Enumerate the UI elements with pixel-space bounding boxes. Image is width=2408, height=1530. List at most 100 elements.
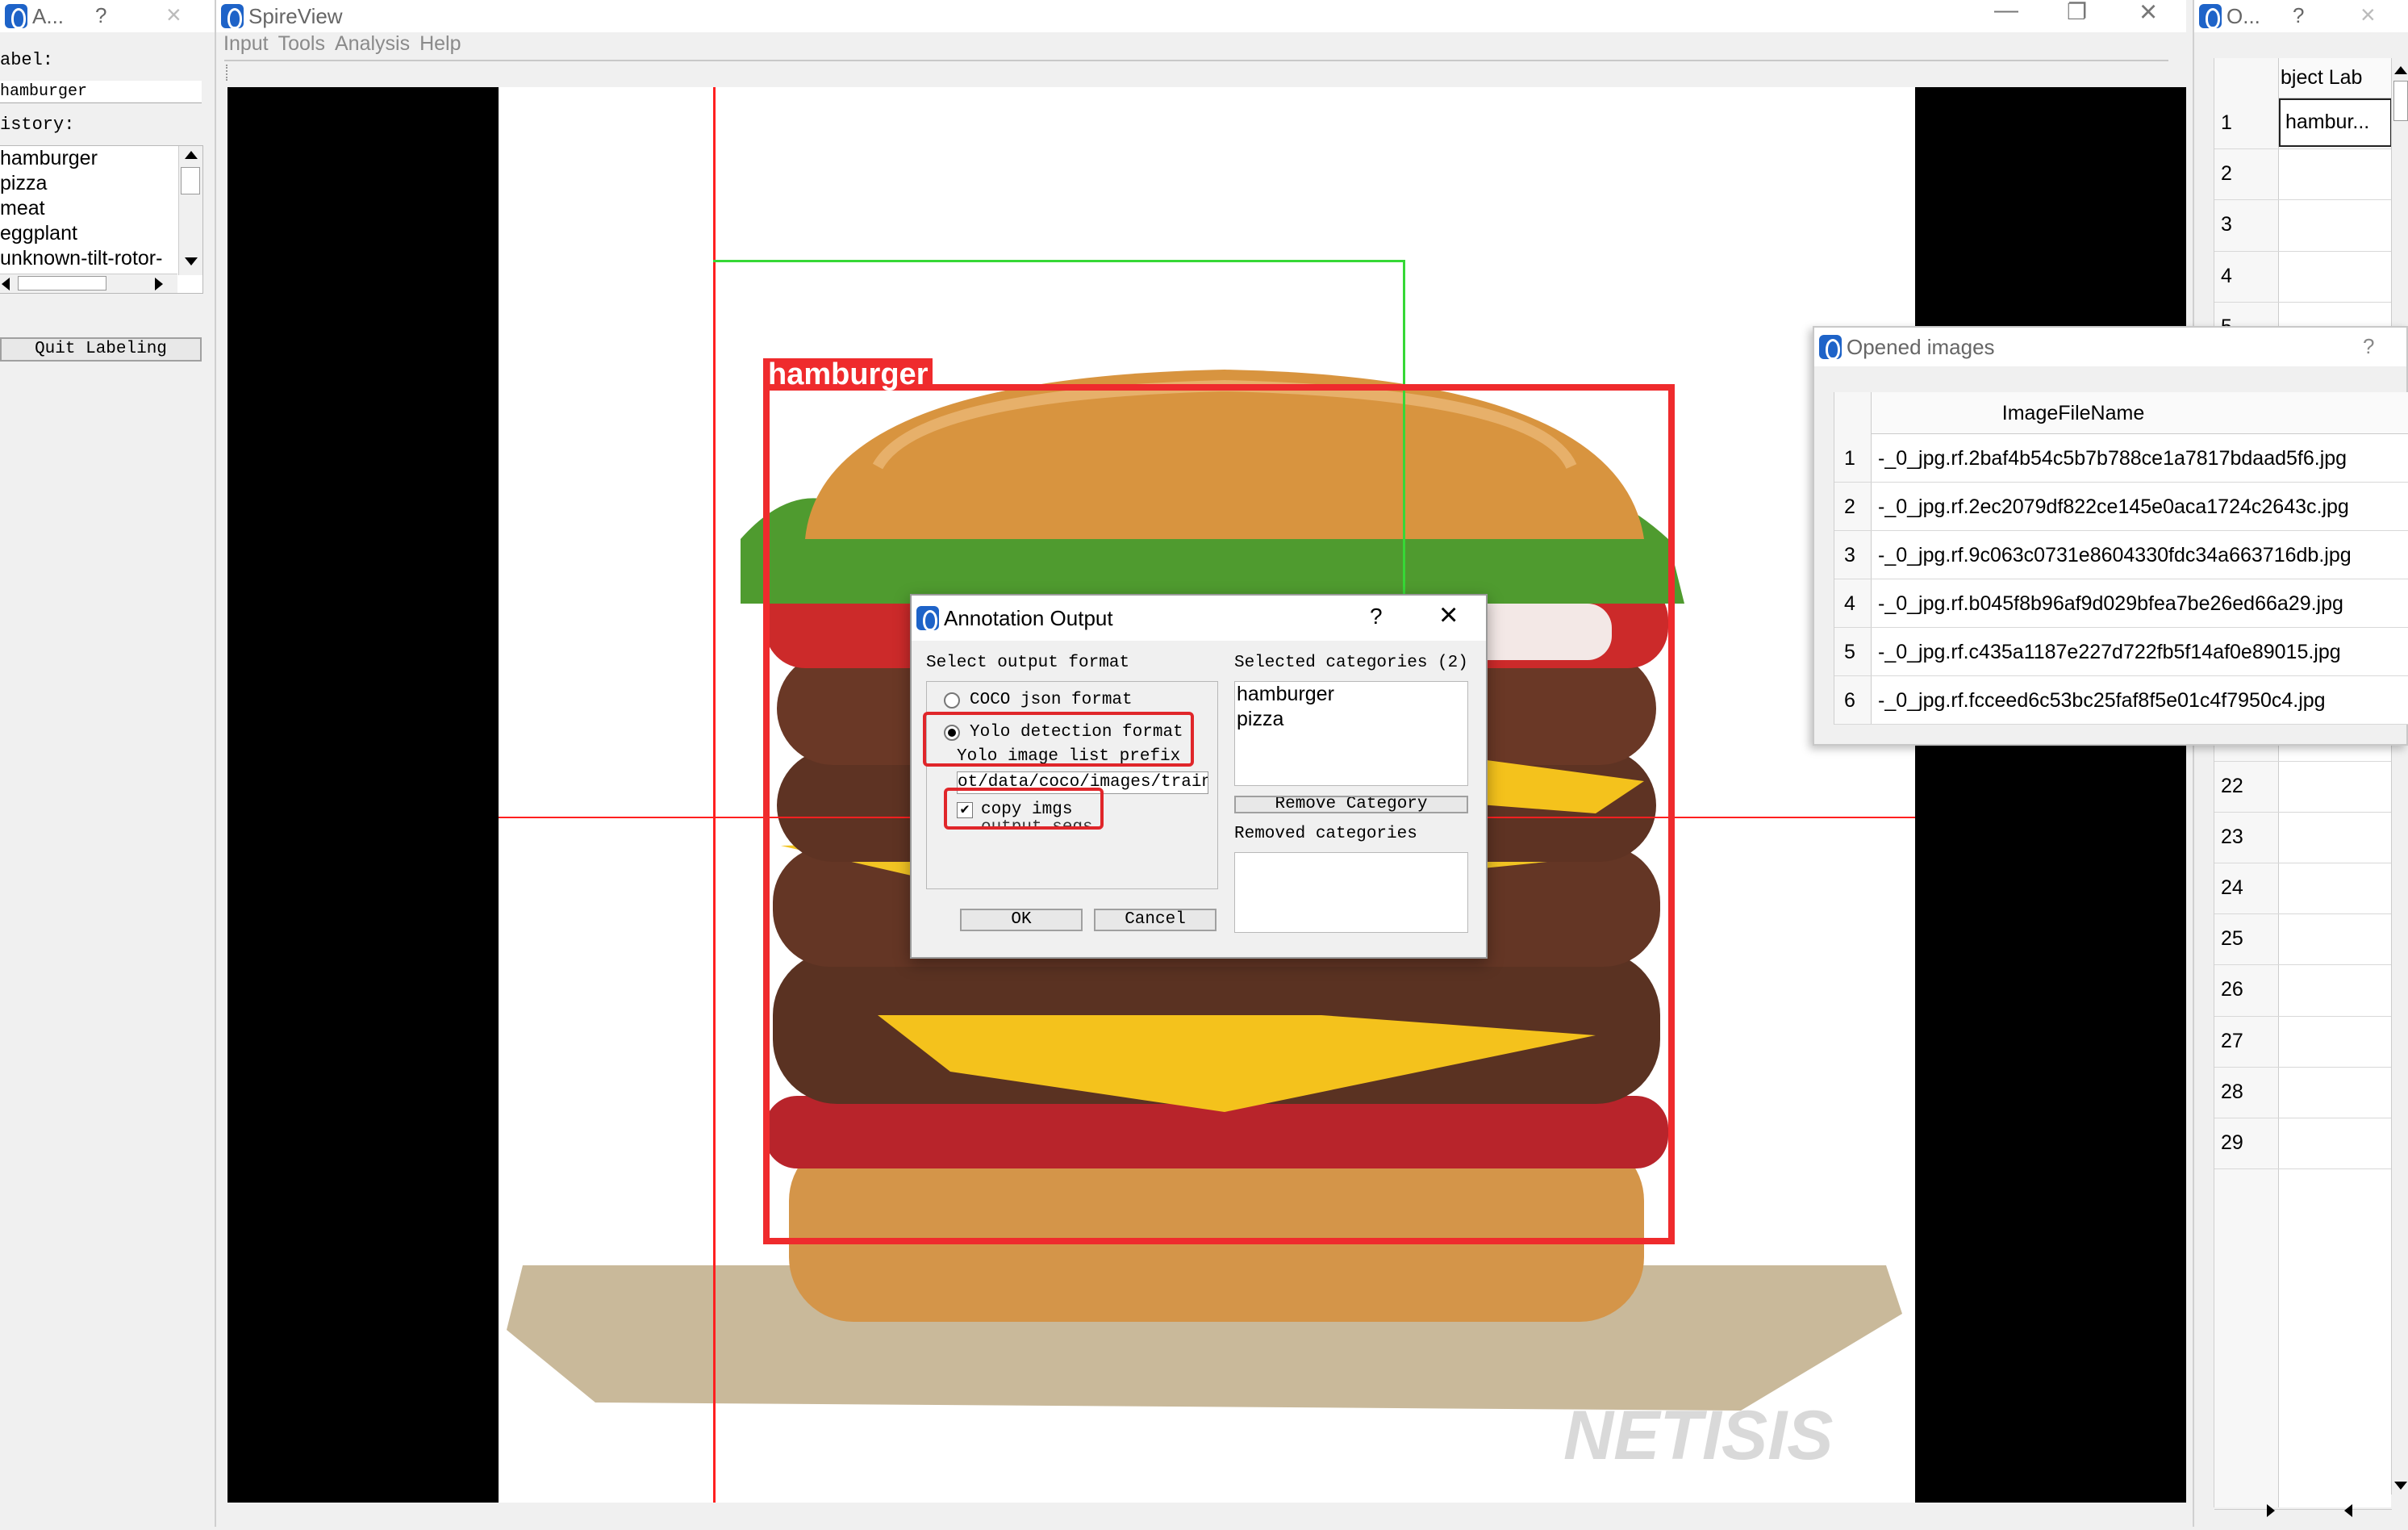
help-button[interactable]: ? xyxy=(2293,3,2304,28)
history-item[interactable]: unknown-tilt-rotor- xyxy=(0,246,202,271)
table-row[interactable]: 3 xyxy=(2214,200,2392,252)
table-row[interactable]: 5 -_0_jpg.rf.c435a1187e227d722fb5f14af0e8… xyxy=(1834,628,2408,676)
close-icon[interactable]: × xyxy=(2360,0,2376,30)
object-label-table[interactable]: bject Lab hambur... 12345141516171819202… xyxy=(2214,58,2392,1530)
removed-categories-list[interactable] xyxy=(1234,852,1468,933)
row-number: 3 xyxy=(2221,213,2232,236)
image-file-table[interactable]: ImageFileName 1 -_0_jpg.rf.2baf4b54c5b7b7… xyxy=(1834,392,2408,725)
table-row[interactable]: 23 xyxy=(2214,813,2392,863)
scroll-up-icon[interactable] xyxy=(2394,66,2407,74)
scroll-right-icon[interactable] xyxy=(2267,1504,2275,1517)
label-input[interactable]: hamburger xyxy=(0,81,202,103)
highlight-yolo-option xyxy=(923,712,1194,767)
ok-button[interactable]: OK xyxy=(960,909,1083,931)
menu-help[interactable]: Help xyxy=(419,32,461,56)
main-close-button[interactable]: × xyxy=(2139,0,2157,30)
image-filename-cell[interactable]: -_0_jpg.rf.fcceed6c53bc25faf8f5e01c4f795… xyxy=(1878,689,2326,713)
history-item[interactable]: meat xyxy=(0,196,202,221)
menu-analysis[interactable]: Analysis xyxy=(335,32,410,56)
scroll-left-icon[interactable] xyxy=(2344,1504,2352,1517)
table-row[interactable]: 27 xyxy=(2214,1017,2392,1068)
row-number: 29 xyxy=(2221,1131,2243,1154)
menu-tools[interactable]: Tools xyxy=(278,32,325,56)
object-table-hscrollbar[interactable] xyxy=(2214,1509,2392,1530)
table-row[interactable]: 1 xyxy=(2214,98,2392,150)
dialog-title: Annotation Output xyxy=(944,605,1113,630)
scroll-left-icon[interactable] xyxy=(2,278,10,291)
table-row[interactable]: 6 -_0_jpg.rf.fcceed6c53bc25faf8f5e01c4f79… xyxy=(1834,676,2408,725)
image-filename-cell[interactable]: -_0_jpg.rf.2ec2079df822ce145e0aca1724c26… xyxy=(1878,495,2349,519)
row-number: 4 xyxy=(1844,592,1855,615)
help-button[interactable]: ? xyxy=(2363,334,2374,359)
table-row[interactable]: 3 -_0_jpg.rf.9c063c0731e8604330fdc34a6637… xyxy=(1834,531,2408,579)
table-row[interactable]: 22 xyxy=(2214,762,2392,813)
app-logo-icon xyxy=(5,4,27,29)
annotation-output-dialog: Annotation Output ? × Select output form… xyxy=(910,594,1488,959)
scroll-down-icon[interactable] xyxy=(185,257,198,265)
restore-button[interactable]: ❐ xyxy=(2067,0,2087,25)
table-row[interactable]: 24 xyxy=(2214,863,2392,915)
table-row[interactable]: 28 xyxy=(2214,1068,2392,1118)
toolbar-grip xyxy=(226,65,229,81)
object-panel-titlebar: O... ? × xyxy=(2194,0,2408,32)
quit-labeling-button[interactable]: Quit Labeling xyxy=(0,337,202,362)
image-filename-cell[interactable]: -_0_jpg.rf.2baf4b54c5b7b788ce1a7817bdaad… xyxy=(1878,447,2347,470)
scroll-right-icon[interactable] xyxy=(155,278,163,291)
row-number: 23 xyxy=(2221,825,2243,848)
history-caption: istory: xyxy=(0,115,75,135)
history-list[interactable]: hamburger pizza meat eggplant unknown-tilt-r… xyxy=(0,145,203,294)
close-icon[interactable]: × xyxy=(166,0,182,30)
table-row[interactable]: 4 -_0_jpg.rf.b045f8b96af9d029bfea7be26ed6… xyxy=(1834,579,2408,628)
menu-input[interactable]: Input xyxy=(223,32,269,56)
dialog-help-button[interactable]: ? xyxy=(1370,604,1383,629)
selected-categories-caption: Selected categories (2) xyxy=(1234,654,1468,672)
object-panel-title: O... xyxy=(2226,3,2260,28)
row-number: 4 xyxy=(2221,264,2232,287)
image-filename-cell[interactable]: -_0_jpg.rf.b045f8b96af9d029bfea7be26ed66… xyxy=(1878,592,2343,616)
history-scrollbar[interactable] xyxy=(178,146,202,275)
row-number: 2 xyxy=(1844,495,1855,518)
row-number: 2 xyxy=(2221,162,2232,186)
column-header-imagefilename[interactable]: ImageFileName xyxy=(1872,402,2275,425)
cancel-button[interactable]: Cancel xyxy=(1094,909,1217,931)
history-item[interactable]: pizza xyxy=(0,171,202,196)
category-item[interactable]: pizza xyxy=(1235,707,1467,732)
coco-radio[interactable] xyxy=(944,692,960,709)
table-row[interactable]: 2 -_0_jpg.rf.2ec2079df822ce145e0aca1724c2… xyxy=(1834,483,2408,531)
image-filename-cell[interactable]: -_0_jpg.rf.9c063c0731e8604330fdc34a66371… xyxy=(1878,544,2352,567)
dialog-close-button[interactable]: × xyxy=(1439,597,1458,633)
hscroll-thumb[interactable] xyxy=(18,276,106,291)
row-number: 1 xyxy=(2221,111,2232,134)
table-row[interactable]: 1 -_0_jpg.rf.2baf4b54c5b7b788ce1a7817bdaa… xyxy=(1834,434,2408,483)
scroll-up-icon[interactable] xyxy=(185,151,198,159)
column-header-object-label[interactable]: bject Lab xyxy=(2281,66,2362,90)
object-label-panel: O... ? × bject Lab hambur... 12345141516… xyxy=(2193,0,2408,1530)
main-window-title: SpireView xyxy=(248,3,343,28)
row-number: 25 xyxy=(2221,927,2243,951)
scroll-thumb[interactable] xyxy=(2393,81,2408,121)
remove-category-button[interactable]: Remove Category xyxy=(1234,796,1468,813)
row-number: 28 xyxy=(2221,1080,2243,1103)
opened-images-titlebar: Opened images ? xyxy=(1814,328,2406,366)
history-item[interactable]: eggplant xyxy=(0,221,202,246)
row-number: 27 xyxy=(2221,1029,2243,1052)
history-item[interactable]: hamburger xyxy=(0,146,202,171)
minimize-button[interactable]: — xyxy=(1994,0,2018,24)
object-table-scrollbar[interactable] xyxy=(2391,58,2408,1494)
table-row[interactable]: 26 xyxy=(2214,965,2392,1017)
app-logo-icon xyxy=(2199,4,2222,29)
bounding-box-label: hamburger xyxy=(763,358,933,391)
selected-categories-list[interactable]: hamburger pizza xyxy=(1234,681,1468,786)
table-row[interactable]: 4 xyxy=(2214,252,2392,303)
label-panel-title: A... xyxy=(32,3,65,28)
removed-categories-caption: Removed categories xyxy=(1234,825,1417,843)
image-filename-cell[interactable]: -_0_jpg.rf.c435a1187e227d722fb5f14af0e89… xyxy=(1878,641,2341,664)
history-hscrollbar[interactable] xyxy=(0,274,177,293)
help-button[interactable]: ? xyxy=(95,3,106,28)
scroll-down-icon[interactable] xyxy=(2394,1482,2407,1490)
scroll-thumb[interactable] xyxy=(181,167,200,194)
table-row[interactable]: 2 xyxy=(2214,149,2392,201)
table-row[interactable]: 29 xyxy=(2214,1118,2392,1170)
table-row[interactable]: 25 xyxy=(2214,914,2392,966)
category-item[interactable]: hamburger xyxy=(1235,682,1467,707)
